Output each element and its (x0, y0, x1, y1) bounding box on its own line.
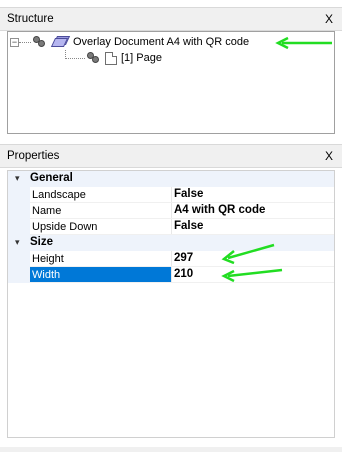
annotation-arrow-icon (221, 243, 275, 264)
tree-connector (19, 41, 31, 43)
property-value[interactable]: A4 with QR code (174, 204, 265, 216)
property-value[interactable]: False (174, 188, 203, 200)
property-value[interactable]: 210 (174, 268, 193, 280)
property-name: Width (30, 267, 171, 283)
category-size[interactable]: ▾ Size (8, 235, 334, 251)
tree-node-page[interactable]: [1] Page (65, 50, 162, 66)
category-label: Size (30, 236, 54, 248)
category-collapse-icon[interactable]: ▾ (15, 173, 20, 184)
structure-panel-header: Structure X (0, 7, 342, 31)
film-reel-icon (87, 51, 102, 65)
property-grid: ▾ General Landscape False Name A4 with Q… (7, 170, 335, 438)
window-bottom-border (0, 447, 342, 452)
category-general[interactable]: ▾ General (8, 171, 334, 187)
tree-node-root[interactable]: − Overlay Document A4 with QR code (10, 34, 250, 50)
structure-panel-title: Structure (7, 13, 54, 25)
property-row-landscape[interactable]: Landscape False (8, 187, 334, 203)
annotation-arrow-icon (275, 36, 332, 50)
property-name: Landscape (32, 189, 86, 201)
properties-panel-header: Properties X (0, 144, 342, 168)
page-icon (105, 51, 117, 65)
property-row-height[interactable]: Height 297 (8, 251, 334, 267)
property-row-name[interactable]: Name A4 with QR code (8, 203, 334, 219)
property-row-upside-down[interactable]: Upside Down False (8, 219, 334, 235)
tree-connector (65, 57, 85, 59)
category-label: General (30, 172, 73, 184)
property-row-width[interactable]: Width 210 (8, 267, 334, 283)
property-name: Upside Down (32, 221, 98, 233)
structure-close-button[interactable]: X (325, 12, 333, 26)
film-reel-icon (33, 35, 48, 49)
tree-node-root-label: Overlay Document A4 with QR code (73, 36, 250, 48)
property-value[interactable]: 297 (174, 252, 193, 264)
structure-tree: − Overlay Document A4 with QR code [1] P… (7, 31, 335, 134)
document-stack-icon (50, 35, 71, 49)
category-collapse-icon[interactable]: ▾ (15, 237, 20, 248)
annotation-arrow-icon (221, 268, 283, 283)
properties-panel-title: Properties (7, 150, 60, 162)
properties-close-button[interactable]: X (325, 149, 333, 163)
property-name: Name (32, 205, 62, 217)
tree-node-page-label: [1] Page (121, 52, 162, 64)
property-name: Height (32, 253, 64, 265)
property-value[interactable]: False (174, 220, 203, 232)
collapse-toggle[interactable]: − (10, 37, 19, 47)
